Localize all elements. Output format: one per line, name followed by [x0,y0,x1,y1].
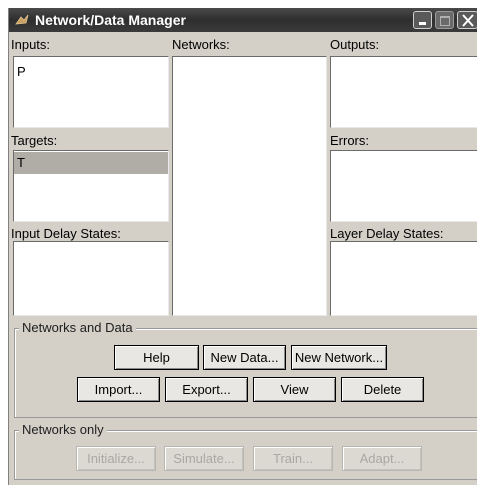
maximize-button[interactable] [435,11,454,29]
new-data-button[interactable]: New Data... [203,345,286,370]
list-item-selected[interactable]: T [14,152,168,174]
new-network-button[interactable]: New Network... [291,345,387,370]
networks-label: Networks: [172,37,230,52]
window-title: Network/Data Manager [35,12,186,28]
simulate-button[interactable]: Simulate... [164,446,244,471]
list-item[interactable]: P [17,62,26,81]
networks-only-title: Networks only [19,422,107,437]
input-delay-states-list[interactable] [13,241,169,316]
minimize-button[interactable] [413,11,432,29]
targets-list[interactable]: T [13,150,169,222]
close-button[interactable] [457,11,477,29]
outputs-list[interactable] [330,56,477,128]
train-button[interactable]: Train... [253,446,333,471]
help-button[interactable]: Help [114,345,199,370]
close-icon [462,14,474,27]
targets-label: Targets: [11,133,58,148]
networks-and-data-group [14,328,477,418]
layer-delay-states-label: Layer Delay States: [330,226,444,241]
inputs-label: Inputs: [11,37,51,52]
delete-button[interactable]: Delete [341,377,424,402]
layer-delay-states-list[interactable] [330,241,477,316]
network-data-manager-window: Network/Data Manager Inputs: Networks: O… [8,8,477,485]
view-button[interactable]: View [253,377,336,402]
import-button[interactable]: Import... [77,377,160,402]
initialize-button[interactable]: Initialize... [76,446,156,471]
title-bar[interactable]: Network/Data Manager [9,8,477,32]
adapt-button[interactable]: Adapt... [342,446,422,471]
errors-list[interactable] [330,150,477,222]
matlab-logo-icon [15,14,29,25]
networks-and-data-title: Networks and Data [19,320,136,335]
export-button[interactable]: Export... [165,377,248,402]
errors-label: Errors: [330,133,369,148]
inputs-list[interactable]: P [13,56,169,128]
input-delay-states-label: Input Delay States: [11,226,121,241]
networks-list[interactable] [172,56,327,316]
outputs-label: Outputs: [330,37,380,52]
